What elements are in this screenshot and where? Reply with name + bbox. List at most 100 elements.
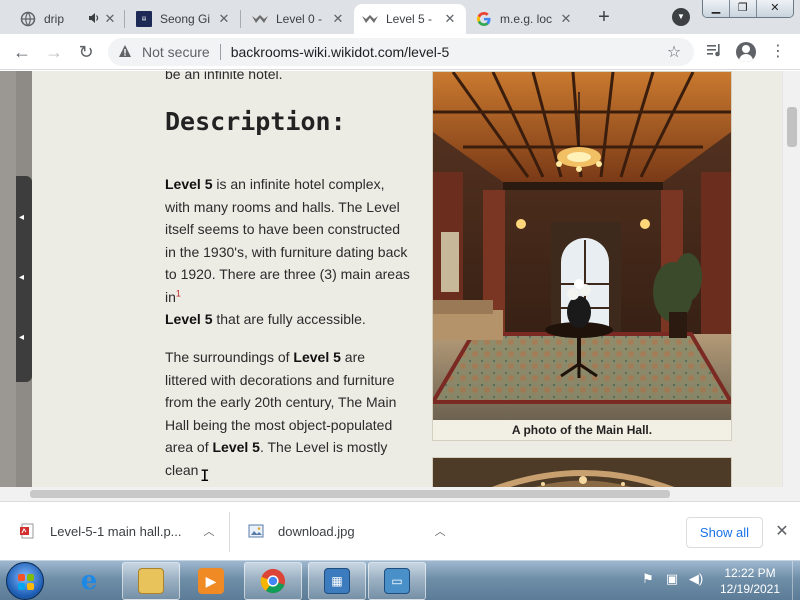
address-divider [219, 44, 221, 60]
volume-icon[interactable]: ◀) [688, 571, 704, 587]
photo-viewer-icon: ▭ [384, 568, 410, 594]
tab-separator [240, 10, 241, 28]
wikidot-icon [252, 11, 268, 27]
forward-arrow-icon[interactable]: → [42, 40, 66, 64]
close-icon[interactable]: ✕ [102, 11, 118, 27]
network-icon[interactable]: ▣ [664, 571, 680, 587]
file-explorer-button[interactable] [122, 562, 180, 600]
main-hall-photo[interactable] [433, 72, 731, 420]
tab-title: m.e.g. loc [500, 12, 553, 26]
system-clock[interactable]: 12:22 PM 12/19/2021 [714, 565, 786, 597]
download-item-jpg[interactable]: download.jpg ︿ [248, 511, 446, 551]
tab-title: Seong Gi [160, 12, 211, 26]
security-label: Not secure [142, 44, 210, 60]
reload-icon[interactable]: ↻ [74, 40, 98, 64]
browser-toolbar: ← → ↻ Not secure backrooms-wiki.wikidot.… [0, 34, 800, 70]
bold-level-name: Level 5 [165, 176, 213, 192]
wikidot-icon [362, 11, 378, 27]
scrollbar-thumb[interactable] [30, 490, 670, 498]
arrow-left-icon[interactable]: ◂ [19, 273, 29, 283]
close-icon[interactable]: ✕ [558, 11, 574, 27]
media-player-icon: ▶ [198, 568, 224, 594]
minimize-icon[interactable]: ▁ [703, 0, 730, 17]
windows-logo-icon [18, 574, 34, 590]
windows-taskbar: e ▶ ▦ ▭ ⚑ ▣ ◀) 12:22 PM 12/19/2021 [0, 560, 800, 600]
text-cursor-icon: I [200, 466, 210, 485]
show-all-button[interactable]: Show all [686, 517, 763, 548]
site-logo-icon: ▤ [136, 11, 152, 27]
tab-level-5[interactable]: Level 5 - ✕ [354, 4, 466, 34]
section-heading: Description: [165, 107, 346, 136]
photo-viewer-button[interactable]: ▭ [368, 562, 426, 600]
tab-meg[interactable]: m.e.g. loc ✕ [468, 4, 582, 34]
vertical-scrollbar[interactable] [782, 71, 800, 487]
tab-search-icon[interactable]: ▼ [672, 8, 690, 26]
clock-date: 12/19/2021 [719, 582, 781, 596]
scrollbar-thumb[interactable] [787, 107, 797, 147]
bookmark-star-icon[interactable]: ☆ [664, 42, 684, 62]
chrome-icon [260, 568, 286, 594]
url-text[interactable]: backrooms-wiki.wikidot.com/level-5 [231, 44, 664, 60]
internet-explorer-button[interactable]: e [60, 562, 118, 600]
download-item-pdf[interactable]: Level-5-1 main hall.p... ︿ [20, 511, 215, 551]
bold-level-name: Level 5 [293, 349, 341, 365]
clock-time: 12:22 PM [724, 566, 776, 580]
chevron-up-icon[interactable]: ︿ [435, 523, 446, 539]
paragraph-intro: Level 5 is an infinite hotel complex, wi… [165, 176, 410, 327]
close-icon[interactable]: ✕ [330, 11, 346, 27]
google-icon [476, 11, 492, 27]
bold-level-name: Level 5 [165, 311, 213, 327]
tab-title: Level 0 - [276, 12, 323, 26]
tab-title: Level 5 - [386, 12, 433, 26]
profile-avatar-icon[interactable] [736, 42, 756, 62]
main-hall-figure: A photo of the Main Hall. [432, 71, 732, 441]
internet-explorer-icon: e [80, 566, 98, 596]
arrow-left-icon[interactable]: ◂ [19, 333, 29, 343]
download-shelf: Level-5-1 main hall.p... ︿ download.jpg … [0, 501, 800, 560]
tab-drip[interactable]: drip ✕ [12, 4, 126, 34]
start-button[interactable] [6, 562, 44, 600]
cut-off-text: be an infinite hotel. [165, 71, 283, 82]
footnote-link[interactable]: 1 [176, 288, 181, 298]
show-desktop-button[interactable] [792, 561, 800, 600]
horizontal-scrollbar[interactable] [0, 487, 800, 501]
system-tray: ⚑ ▣ ◀) [640, 571, 704, 591]
close-window-icon[interactable]: ✕ [756, 0, 793, 17]
chrome-button[interactable] [244, 562, 302, 600]
address-bar[interactable]: Not secure backrooms-wiki.wikidot.com/le… [108, 38, 694, 66]
bold-level-name: Level 5 [212, 439, 260, 455]
chevron-up-icon[interactable]: ︿ [204, 523, 215, 539]
media-player-button[interactable]: ▶ [182, 562, 240, 600]
page-viewport: ◂ ◂ ◂ be an infinite hotel. Description:… [0, 71, 800, 487]
new-tab-button[interactable]: + [594, 6, 614, 28]
tab-level-0[interactable]: Level 0 - ✕ [244, 4, 354, 34]
page-margin [0, 71, 16, 487]
action-center-flag-icon[interactable]: ⚑ [640, 571, 656, 587]
pdf-file-icon [20, 523, 36, 539]
close-icon[interactable]: ✕ [216, 11, 232, 27]
back-arrow-icon[interactable]: ← [10, 40, 34, 64]
kebab-menu-icon[interactable]: ⋮ [768, 42, 788, 62]
image-file-icon [248, 523, 264, 539]
figure-caption: A photo of the Main Hall. [511, 423, 653, 437]
tab-strip: drip ✕ ▤ Seong Gi ✕ Level 0 - ✕ Level 5 … [0, 0, 800, 34]
tab-title: drip [44, 12, 65, 26]
globe-icon [20, 11, 36, 27]
close-icon[interactable]: ✕ [442, 11, 458, 27]
window-controls: ▁ ❐ ✕ [702, 0, 794, 18]
download-filename: Level-5-1 main hall.p... [50, 523, 182, 539]
side-panel-toggle[interactable]: ◂ ◂ ◂ [16, 176, 32, 382]
folder-icon [138, 568, 164, 594]
arrow-left-icon[interactable]: ◂ [19, 213, 29, 223]
tab-separator [124, 10, 125, 28]
restore-icon[interactable]: ❐ [729, 0, 757, 17]
warning-icon[interactable] [118, 44, 134, 61]
speaker-icon[interactable] [86, 12, 102, 27]
media-control-icon[interactable] [704, 42, 724, 62]
control-panel-button[interactable]: ▦ [308, 562, 366, 600]
tab-seong-gi[interactable]: ▤ Seong Gi ✕ [128, 4, 240, 34]
second-figure-photo[interactable] [432, 457, 732, 487]
paragraph-surroundings: The surroundings of Level 5 are littered… [165, 349, 397, 478]
page-content: be an infinite hotel. Description: Level… [32, 71, 782, 487]
close-icon[interactable]: ✕ [774, 522, 790, 542]
